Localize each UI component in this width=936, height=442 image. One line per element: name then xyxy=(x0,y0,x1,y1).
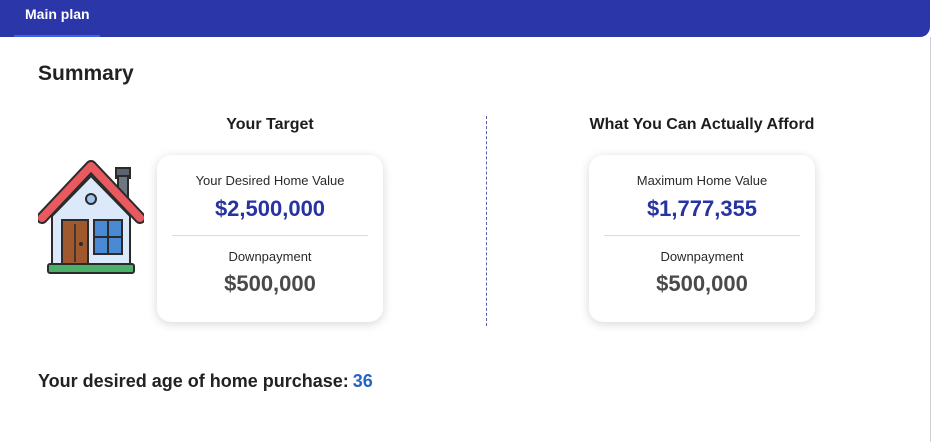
afford-heading: What You Can Actually Afford xyxy=(589,116,815,133)
tab-main-plan[interactable]: Main plan xyxy=(14,0,100,37)
purchase-age-label: Your desired age of home purchase: xyxy=(38,371,349,391)
right-edge-border xyxy=(930,37,931,442)
target-downpayment-value: $500,000 xyxy=(224,271,316,296)
column-divider xyxy=(486,116,487,326)
max-home-value: $1,777,355 xyxy=(646,196,758,221)
house-icon xyxy=(38,160,144,274)
card-separator xyxy=(172,235,368,236)
top-nav-bar: Main plan xyxy=(0,0,930,37)
desired-home-value-label: Your Desired Home Value xyxy=(195,173,345,188)
max-home-value-label: Maximum Home Value xyxy=(636,173,768,188)
afford-downpayment-label: Downpayment xyxy=(660,249,744,264)
desired-home-value: $2,500,000 xyxy=(214,196,326,221)
purchase-age-line: Your desired age of home purchase: 36 xyxy=(38,371,373,392)
target-heading: Your Target xyxy=(226,116,314,133)
purchase-age-value: 36 xyxy=(352,371,373,391)
afford-card: Maximum Home Value $1,777,355 Downpaymen… xyxy=(589,155,815,322)
target-downpayment-label: Downpayment xyxy=(228,249,312,264)
card-separator xyxy=(604,235,800,236)
page-title: Summary xyxy=(38,62,134,85)
afford-downpayment-value: $500,000 xyxy=(656,271,748,296)
target-card: Your Desired Home Value $2,500,000 Downp… xyxy=(157,155,383,322)
